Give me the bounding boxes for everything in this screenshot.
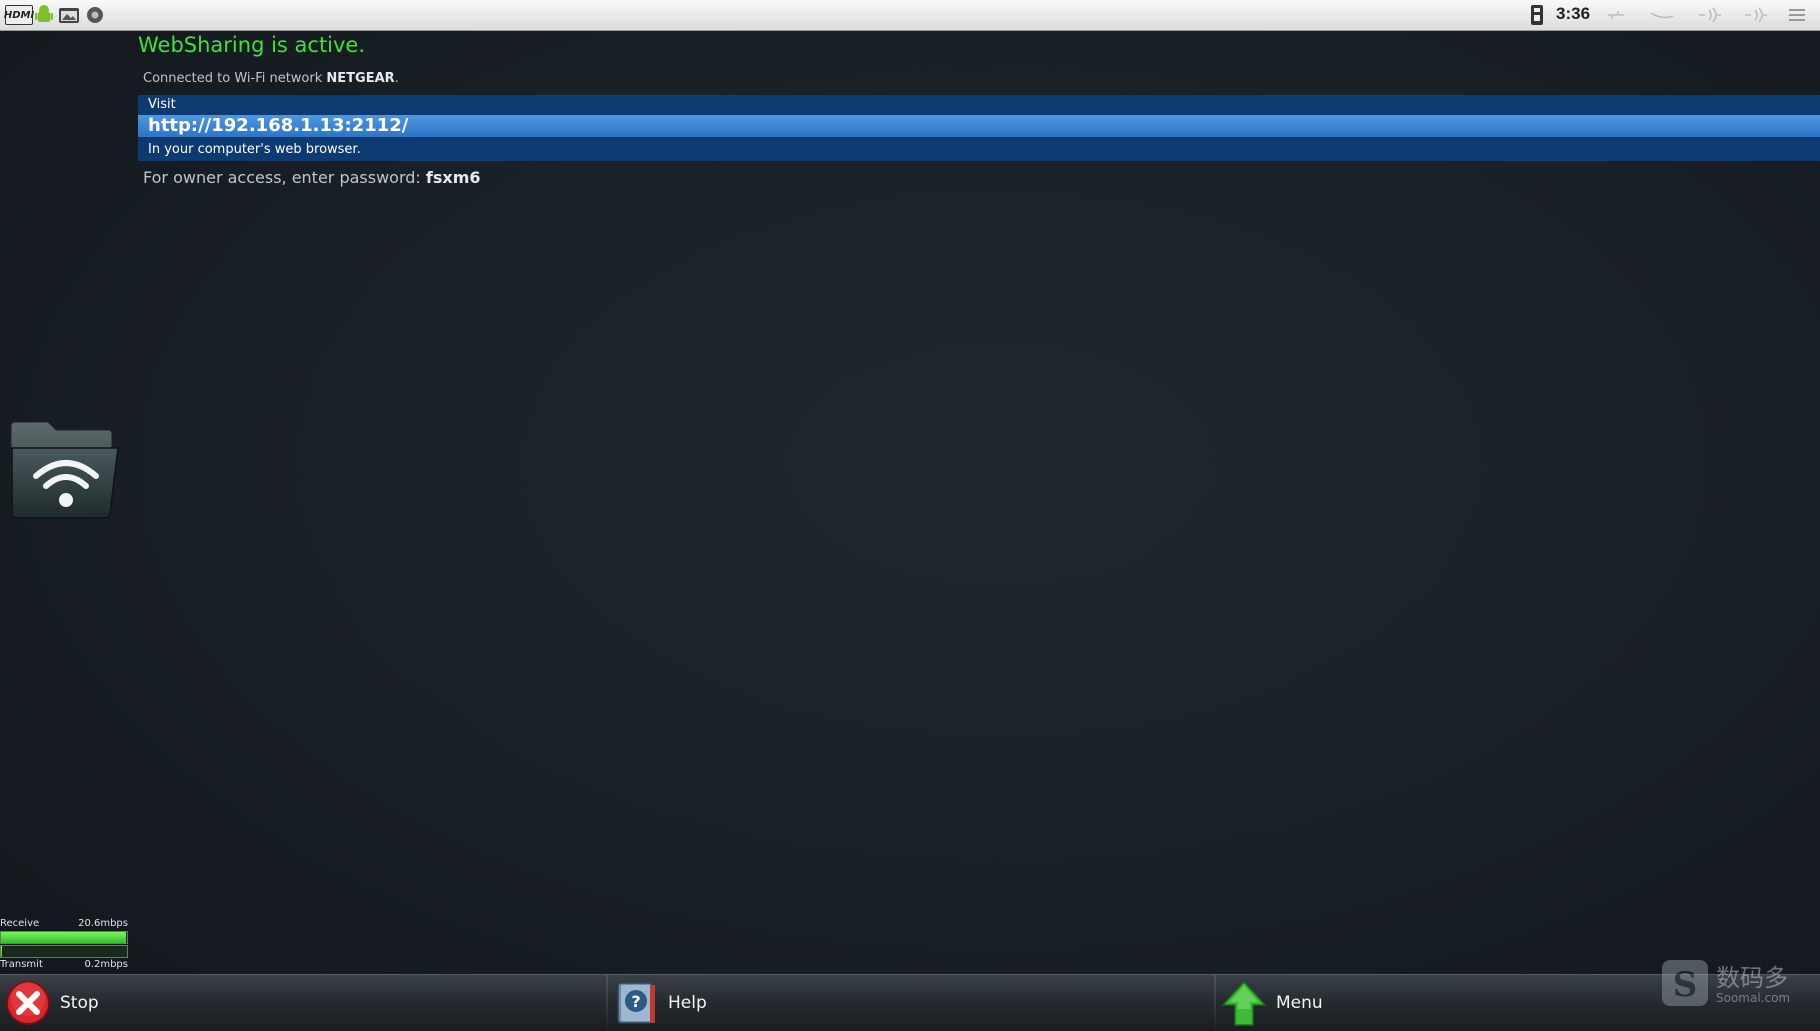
svg-text:数码多: 数码多 [1716, 964, 1788, 992]
network-suffix: . [394, 71, 399, 86]
hdmi-label: HDMI [3, 9, 35, 21]
wifi-icon [1694, 3, 1724, 27]
receive-bar-fill [1, 932, 126, 943]
help-button[interactable]: ? Help [612, 975, 1212, 1031]
password-prefix: For owner access, enter password: [143, 168, 426, 187]
password-value: fsxm6 [425, 168, 481, 187]
menu-label: Menu [1276, 993, 1323, 1013]
divider [1214, 975, 1216, 1031]
transmit-bar [0, 945, 128, 958]
receive-value: 20.6mbps [78, 918, 128, 929]
link-icon [1648, 3, 1676, 27]
stop-icon [6, 981, 50, 1025]
svg-text:S: S [1673, 965, 1698, 1005]
network-name: NETGEAR [326, 71, 395, 86]
help-icon: ? [617, 982, 655, 1024]
svg-text:Soomal.com: Soomal.com [1716, 991, 1790, 1005]
menu-icon[interactable] [1786, 3, 1808, 27]
websharing-url[interactable]: http://192.168.1.13:2112/ [148, 115, 408, 137]
network-prefix: Connected to Wi-Fi network [143, 71, 327, 86]
up-arrow-icon [1221, 980, 1267, 1026]
transmit-label: Transmit [0, 959, 43, 970]
throughput-meters: Receive 20.6mbps Transmit 0.2mbps [0, 918, 128, 974]
clock: 3:36 [1556, 4, 1591, 23]
status-bar: HDMI 3:36 [0, 0, 1820, 31]
bottom-action-bar: Stop ? Help Menu [0, 974, 1820, 1031]
gallery-icon [57, 3, 81, 27]
receive-label: Receive [0, 918, 40, 929]
transmit-bar-fill [1, 946, 3, 957]
transmit-value: 0.2mbps [84, 959, 128, 970]
visit-label: Visit [148, 97, 176, 112]
signal-icon [1740, 3, 1770, 27]
wifi-folder-icon[interactable] [8, 420, 120, 524]
sim-icon [1528, 3, 1546, 27]
stop-button[interactable]: Stop [4, 975, 604, 1031]
watermark-logo: S 数码多 Soomal.com [1660, 958, 1810, 1008]
help-label: Help [668, 993, 707, 1013]
record-icon [84, 3, 106, 27]
stop-label: Stop [60, 993, 99, 1013]
svg-text:?: ? [631, 992, 640, 1011]
password-info: For owner access, enter password: fsxm6 [143, 168, 481, 187]
url-bar[interactable]: http://192.168.1.13:2112/ [138, 115, 1820, 137]
visit-panel: Visit http://192.168.1.13:2112/ In your … [138, 95, 1820, 161]
divider [606, 975, 608, 1031]
android-icon [34, 3, 54, 27]
browser-note: In your computer's web browser. [148, 142, 361, 157]
websharing-status: WebSharing is active. [138, 33, 366, 57]
network-info: Connected to Wi-Fi network NETGEAR. [143, 71, 399, 86]
usb-icon [1604, 3, 1628, 27]
receive-bar [0, 931, 128, 944]
hdmi-icon: HDMI [3, 5, 35, 25]
